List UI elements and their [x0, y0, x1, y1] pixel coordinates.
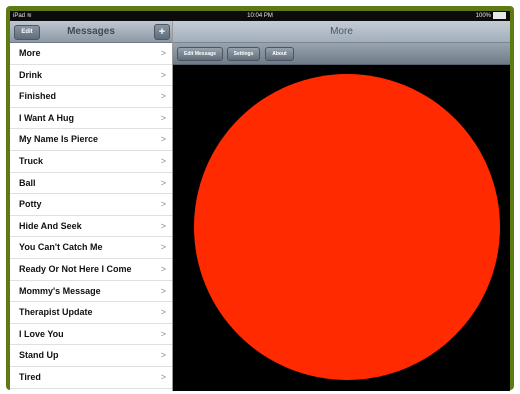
list-item-label: Truck [19, 155, 44, 166]
detail-title: More [330, 26, 353, 37]
chevron-right-icon: > [160, 48, 166, 58]
sidebar-navbar: Edit Messages + [10, 21, 172, 43]
list-item-label: I Want A Hug [19, 112, 74, 123]
chevron-right-icon: > [160, 220, 166, 231]
status-battery: 100% [476, 11, 506, 21]
list-item-label: Therapist Update [19, 307, 93, 318]
status-time: 10:04 PM [247, 13, 273, 19]
battery-icon [493, 11, 506, 19]
settings-button[interactable]: Settings [227, 47, 260, 61]
list-item-label: More [19, 48, 41, 58]
chevron-right-icon: > [160, 263, 166, 274]
red-circle[interactable] [194, 74, 500, 380]
list-item-label: Potty [19, 199, 42, 210]
add-message-button[interactable]: + [154, 24, 170, 40]
list-item-label: I Love You [19, 328, 64, 339]
list-item[interactable]: More > [10, 43, 172, 65]
list-item-label: Ready Or Not Here I Come [19, 263, 132, 274]
list-item-label: Stand Up [19, 350, 59, 361]
sidebar-title: Messages [67, 26, 115, 37]
chevron-right-icon: > [160, 134, 166, 145]
chevron-right-icon: > [160, 242, 166, 253]
chevron-right-icon: > [160, 155, 166, 166]
list-item[interactable]: Mommy's Message > [10, 281, 172, 303]
about-button[interactable]: About [265, 47, 294, 61]
list-item[interactable]: My Name Is Pierce > [10, 129, 172, 151]
detail-navbar: More [173, 21, 510, 43]
battery-percent: 100% [475, 13, 491, 19]
list-item[interactable]: Potty > [10, 194, 172, 216]
list-item[interactable]: Truck > [10, 151, 172, 173]
chevron-right-icon: > [160, 328, 166, 339]
chevron-right-icon: > [160, 350, 166, 361]
list-item[interactable]: Ready Or Not Here I Come > [10, 259, 172, 281]
list-item[interactable]: I Love You > [10, 324, 172, 346]
list-item[interactable]: I Want A Hug > [10, 108, 172, 130]
chevron-right-icon: > [160, 307, 166, 318]
edit-message-button[interactable]: Edit Message [177, 47, 223, 61]
status-bar: iPad ≋ 10:04 PM 100% [10, 11, 510, 21]
list-item[interactable]: Stand Up > [10, 345, 172, 367]
chevron-right-icon: > [160, 285, 166, 296]
list-item-label: You Can't Catch Me [19, 242, 103, 253]
list-item[interactable]: You Can't Catch Me > [10, 237, 172, 259]
list-item[interactable]: Therapist Update > [10, 302, 172, 324]
chevron-right-icon: > [160, 112, 166, 123]
ipad-screen: iPad ≋ 10:04 PM 100% Edit Messages + Mor… [10, 11, 510, 391]
list-item-label: My Name Is Pierce [19, 134, 99, 145]
list-item[interactable]: Hide And Seek > [10, 216, 172, 238]
messages-list: More > Drink > Finished > I Want A Hug > My … [10, 43, 172, 389]
chevron-right-icon: > [160, 371, 166, 382]
list-item-label: Mommy's Message [19, 285, 101, 296]
chevron-right-icon: > [160, 199, 166, 210]
chevron-right-icon: > [160, 177, 166, 188]
list-item[interactable]: Drink > [10, 65, 172, 87]
list-item-label: Finished [19, 91, 57, 102]
list-item[interactable]: Finished > [10, 86, 172, 108]
chevron-right-icon: > [160, 69, 166, 80]
list-item-label: Tired [19, 371, 41, 382]
messages-sidebar: Edit Messages + More > Drink > Finished > I… [10, 21, 173, 391]
list-item-label: Ball [19, 177, 36, 188]
list-item[interactable]: Tired > [10, 367, 172, 389]
chevron-right-icon: > [160, 91, 166, 102]
list-item[interactable]: Ball > [10, 173, 172, 195]
list-item-label: Hide And Seek [19, 220, 82, 231]
detail-toolbar: Edit Message Settings About [173, 43, 510, 65]
list-item-label: Drink [19, 69, 43, 80]
message-display-area [173, 65, 510, 391]
